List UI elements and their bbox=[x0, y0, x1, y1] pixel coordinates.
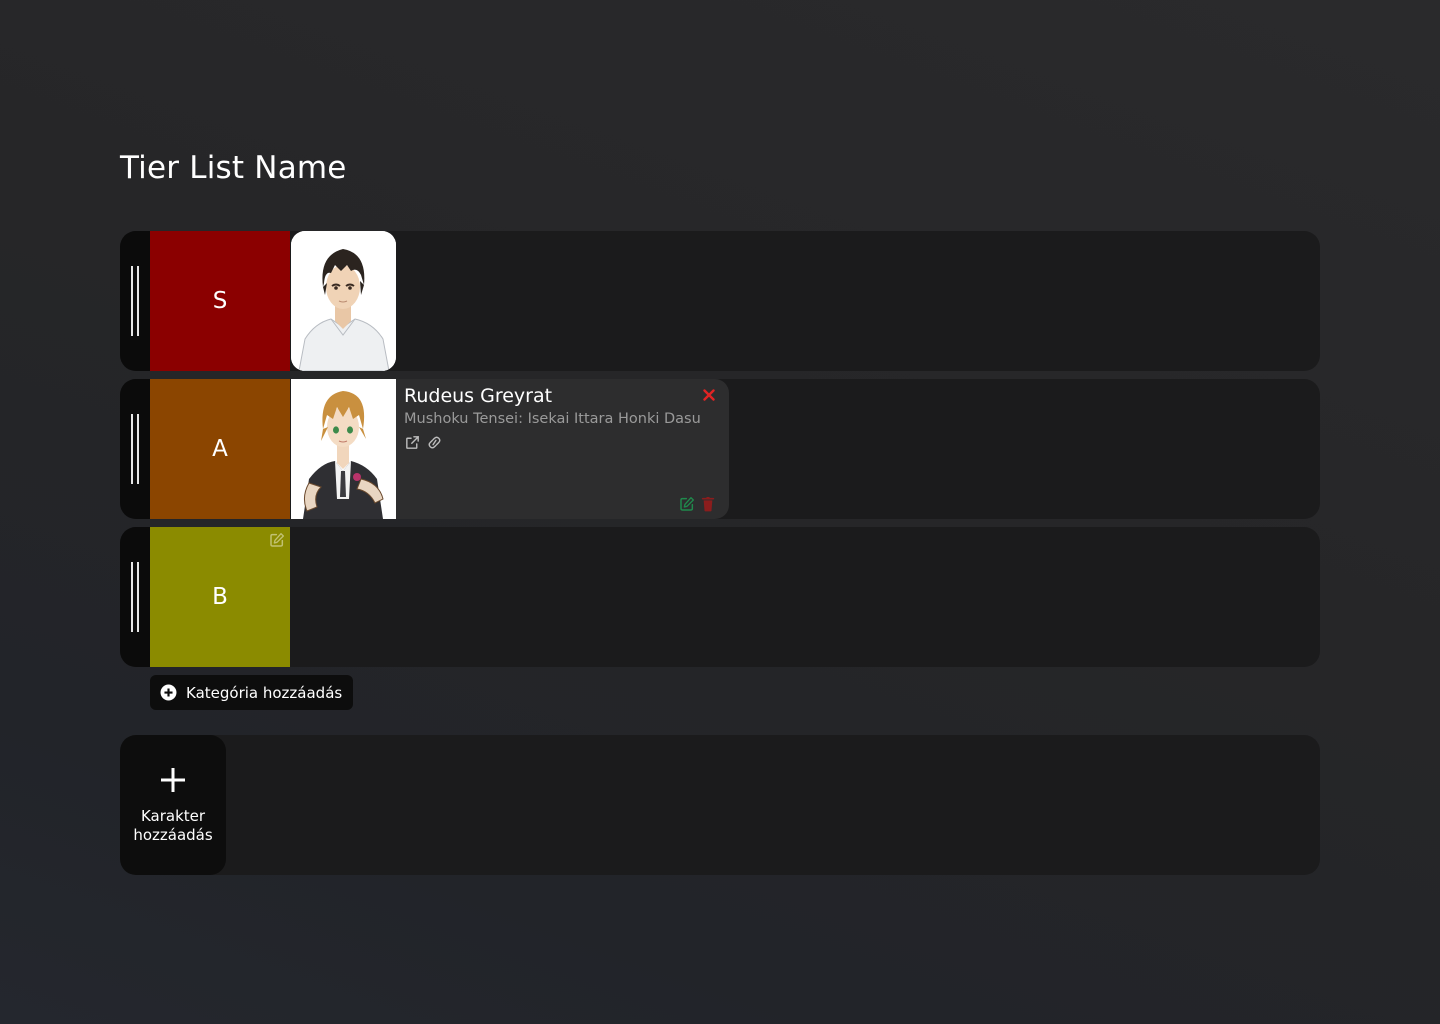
drag-handle-bar bbox=[131, 562, 133, 632]
add-category-button[interactable]: Kategória hozzáadás bbox=[150, 675, 354, 710]
tier-label-a[interactable]: A bbox=[150, 379, 290, 519]
drag-handle-bar bbox=[131, 414, 133, 484]
add-character-label: Karakter hozzáadás bbox=[120, 807, 226, 845]
character-pool: Karakter hozzáadás bbox=[120, 735, 1320, 875]
tier-row-s: S bbox=[120, 231, 1320, 371]
character-name: Rudeus Greyrat bbox=[404, 385, 553, 407]
tier-label-text: S bbox=[212, 288, 228, 314]
character-card-actions bbox=[679, 496, 715, 512]
tier-row-b: B bbox=[120, 527, 1320, 667]
character-links bbox=[404, 434, 444, 451]
page-title: Tier List Name bbox=[120, 150, 347, 186]
tier-label-b[interactable]: B bbox=[150, 527, 290, 667]
tier-label-text: B bbox=[212, 584, 228, 610]
drag-handle[interactable] bbox=[120, 231, 150, 371]
plus-icon bbox=[161, 768, 185, 792]
trash-icon[interactable] bbox=[701, 496, 715, 512]
tier-label-text: A bbox=[212, 436, 228, 462]
edit-icon[interactable] bbox=[679, 496, 695, 512]
character-portrait-image bbox=[291, 379, 396, 519]
plus-circle-icon bbox=[160, 684, 177, 701]
add-character-label-line2: hozzáadás bbox=[133, 826, 213, 844]
drag-handle-bar bbox=[131, 266, 133, 336]
external-link-icon[interactable] bbox=[404, 434, 421, 451]
close-icon[interactable] bbox=[703, 389, 715, 401]
add-category-label: Kategória hozzáadás bbox=[186, 683, 343, 702]
character-card-portrait bbox=[291, 379, 396, 519]
drag-handle[interactable] bbox=[120, 527, 150, 667]
drag-handle-bar bbox=[137, 266, 139, 336]
add-character-label-line1: Karakter bbox=[140, 807, 206, 825]
tier-label-s[interactable]: S bbox=[150, 231, 290, 371]
add-character-button[interactable]: Karakter hozzáadás bbox=[120, 735, 226, 875]
tier-row-a: A Rudeus Greyrat Mushoku Tensei: Isekai … bbox=[120, 379, 1320, 519]
link-icon[interactable] bbox=[425, 434, 444, 451]
edit-icon[interactable] bbox=[269, 532, 285, 548]
character-card-portrait[interactable] bbox=[291, 231, 396, 371]
character-portrait-image bbox=[291, 231, 396, 371]
drag-handle-bar bbox=[137, 414, 139, 484]
drag-handle[interactable] bbox=[120, 379, 150, 519]
drag-handle-bar bbox=[137, 562, 139, 632]
character-series: Mushoku Tensei: Isekai Ittara Honki Dasu bbox=[404, 411, 701, 427]
character-card-expanded[interactable]: Rudeus Greyrat Mushoku Tensei: Isekai It… bbox=[291, 379, 729, 519]
